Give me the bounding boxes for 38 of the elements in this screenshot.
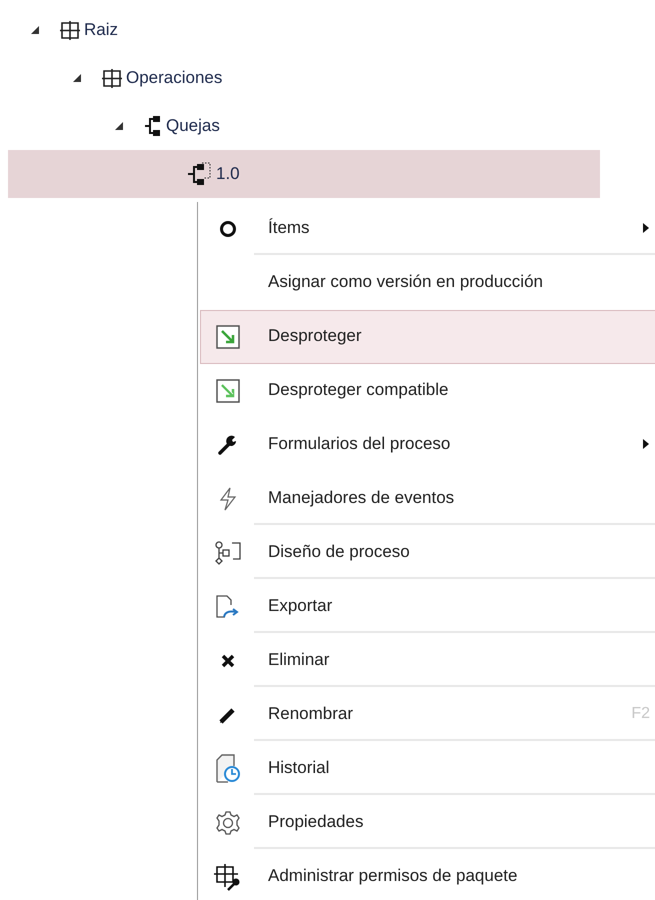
tree-row[interactable]: Quejas <box>8 102 600 150</box>
circle-icon <box>218 220 236 238</box>
menu-item-label: Manejadores de eventos <box>268 488 456 508</box>
tree-node-label: 1.0 <box>216 164 240 184</box>
export-icon <box>214 594 240 620</box>
expanded-arrow-icon[interactable] <box>30 25 40 35</box>
settings-icon <box>214 810 240 836</box>
close-icon <box>220 653 236 669</box>
menu-item-label: Desproteger compatible <box>268 380 450 400</box>
menu-item-label: Renombrar <box>268 704 354 724</box>
menu-item-label: Propiedades <box>268 812 364 832</box>
wrench-icon <box>218 435 238 455</box>
menu-item-label: Formularios del proceso <box>268 434 452 454</box>
menu-item-label: Exportar <box>268 596 334 616</box>
process-diagram-icon <box>214 541 242 565</box>
expanded-arrow-icon[interactable] <box>72 73 82 83</box>
menu-item[interactable]: Desproteger <box>200 310 655 364</box>
tree-node-label: Operaciones <box>126 68 222 88</box>
tree-node-label: Raiz <box>84 20 118 40</box>
menu-item-label: Asignar como versión en producción <box>268 272 544 292</box>
menu-item-label: Administrar permisos de paquete <box>268 866 518 886</box>
lightning-icon <box>218 487 238 511</box>
tree-row[interactable]: 1.0 <box>8 150 600 198</box>
tree-row[interactable]: Raiz <box>8 6 600 54</box>
grid-key-icon <box>214 863 242 891</box>
tree-node-label: Quejas <box>166 116 220 136</box>
menu-item-label: Historial <box>268 758 330 778</box>
grid-icon <box>60 20 80 40</box>
menu-item-label: Ítems <box>268 218 311 238</box>
grid-icon <box>102 68 122 88</box>
menu-item-label: Diseño de proceso <box>268 542 411 562</box>
document-clock-icon <box>214 754 242 784</box>
tree-row[interactable]: Operaciones <box>8 54 600 102</box>
expanded-arrow-icon[interactable] <box>114 121 124 131</box>
hierarchy-icon <box>144 115 162 137</box>
menu-item-label: Eliminar <box>268 650 330 670</box>
hierarchy-version-icon <box>186 162 212 186</box>
menu-item-label: Desproteger <box>268 326 363 346</box>
